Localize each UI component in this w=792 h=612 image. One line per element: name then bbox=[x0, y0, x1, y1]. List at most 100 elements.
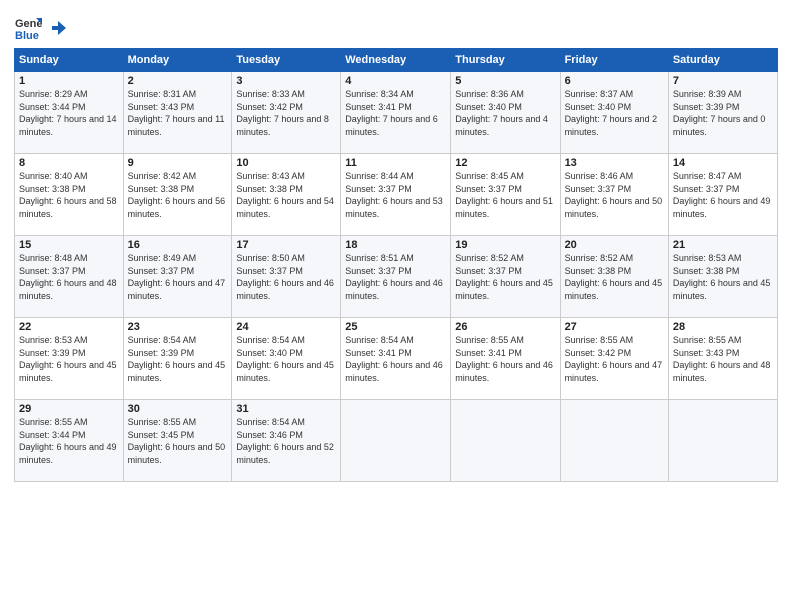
logo-icon: General Blue bbox=[14, 14, 42, 42]
day-number: 10 bbox=[236, 157, 336, 169]
day-number: 8 bbox=[19, 157, 119, 169]
day-detail: Sunrise: 8:43 AMSunset: 3:38 PMDaylight:… bbox=[236, 171, 334, 219]
day-cell: 27 Sunrise: 8:55 AMSunset: 3:42 PMDaylig… bbox=[560, 318, 668, 400]
day-cell: 9 Sunrise: 8:42 AMSunset: 3:38 PMDayligh… bbox=[123, 154, 232, 236]
day-detail: Sunrise: 8:49 AMSunset: 3:37 PMDaylight:… bbox=[128, 253, 226, 301]
weekday-header-row: SundayMondayTuesdayWednesdayThursdayFrid… bbox=[15, 49, 778, 72]
day-cell bbox=[668, 400, 777, 482]
day-cell: 13 Sunrise: 8:46 AMSunset: 3:37 PMDaylig… bbox=[560, 154, 668, 236]
day-detail: Sunrise: 8:42 AMSunset: 3:38 PMDaylight:… bbox=[128, 171, 226, 219]
weekday-wednesday: Wednesday bbox=[341, 49, 451, 72]
day-detail: Sunrise: 8:47 AMSunset: 3:37 PMDaylight:… bbox=[673, 171, 771, 219]
weekday-friday: Friday bbox=[560, 49, 668, 72]
day-number: 27 bbox=[565, 321, 664, 333]
day-cell: 22 Sunrise: 8:53 AMSunset: 3:39 PMDaylig… bbox=[15, 318, 124, 400]
day-cell: 29 Sunrise: 8:55 AMSunset: 3:44 PMDaylig… bbox=[15, 400, 124, 482]
day-detail: Sunrise: 8:36 AMSunset: 3:40 PMDaylight:… bbox=[455, 89, 548, 137]
day-detail: Sunrise: 8:53 AMSunset: 3:38 PMDaylight:… bbox=[673, 253, 771, 301]
day-cell: 1 Sunrise: 8:29 AMSunset: 3:44 PMDayligh… bbox=[15, 72, 124, 154]
logo: General Blue bbox=[14, 10, 68, 42]
day-detail: Sunrise: 8:55 AMSunset: 3:44 PMDaylight:… bbox=[19, 417, 117, 465]
day-detail: Sunrise: 8:46 AMSunset: 3:37 PMDaylight:… bbox=[565, 171, 663, 219]
logo-arrow-icon bbox=[50, 19, 68, 37]
day-detail: Sunrise: 8:37 AMSunset: 3:40 PMDaylight:… bbox=[565, 89, 658, 137]
day-number: 23 bbox=[128, 321, 228, 333]
day-number: 30 bbox=[128, 403, 228, 415]
day-cell: 16 Sunrise: 8:49 AMSunset: 3:37 PMDaylig… bbox=[123, 236, 232, 318]
day-detail: Sunrise: 8:45 AMSunset: 3:37 PMDaylight:… bbox=[455, 171, 553, 219]
day-cell bbox=[560, 400, 668, 482]
week-row-4: 22 Sunrise: 8:53 AMSunset: 3:39 PMDaylig… bbox=[15, 318, 778, 400]
day-detail: Sunrise: 8:55 AMSunset: 3:41 PMDaylight:… bbox=[455, 335, 553, 383]
week-row-1: 1 Sunrise: 8:29 AMSunset: 3:44 PMDayligh… bbox=[15, 72, 778, 154]
week-row-3: 15 Sunrise: 8:48 AMSunset: 3:37 PMDaylig… bbox=[15, 236, 778, 318]
day-cell: 12 Sunrise: 8:45 AMSunset: 3:37 PMDaylig… bbox=[451, 154, 560, 236]
weekday-saturday: Saturday bbox=[668, 49, 777, 72]
day-cell: 26 Sunrise: 8:55 AMSunset: 3:41 PMDaylig… bbox=[451, 318, 560, 400]
day-cell: 14 Sunrise: 8:47 AMSunset: 3:37 PMDaylig… bbox=[668, 154, 777, 236]
day-number: 17 bbox=[236, 239, 336, 251]
day-number: 19 bbox=[455, 239, 555, 251]
day-number: 22 bbox=[19, 321, 119, 333]
day-detail: Sunrise: 8:54 AMSunset: 3:40 PMDaylight:… bbox=[236, 335, 334, 383]
day-detail: Sunrise: 8:54 AMSunset: 3:46 PMDaylight:… bbox=[236, 417, 334, 465]
day-number: 15 bbox=[19, 239, 119, 251]
day-number: 13 bbox=[565, 157, 664, 169]
day-detail: Sunrise: 8:52 AMSunset: 3:38 PMDaylight:… bbox=[565, 253, 663, 301]
day-detail: Sunrise: 8:50 AMSunset: 3:37 PMDaylight:… bbox=[236, 253, 334, 301]
day-cell: 4 Sunrise: 8:34 AMSunset: 3:41 PMDayligh… bbox=[341, 72, 451, 154]
day-number: 12 bbox=[455, 157, 555, 169]
calendar-table: SundayMondayTuesdayWednesdayThursdayFrid… bbox=[14, 48, 778, 482]
day-detail: Sunrise: 8:44 AMSunset: 3:37 PMDaylight:… bbox=[345, 171, 443, 219]
day-number: 26 bbox=[455, 321, 555, 333]
day-cell: 20 Sunrise: 8:52 AMSunset: 3:38 PMDaylig… bbox=[560, 236, 668, 318]
day-number: 25 bbox=[345, 321, 446, 333]
day-cell: 28 Sunrise: 8:55 AMSunset: 3:43 PMDaylig… bbox=[668, 318, 777, 400]
day-cell: 8 Sunrise: 8:40 AMSunset: 3:38 PMDayligh… bbox=[15, 154, 124, 236]
day-number: 11 bbox=[345, 157, 446, 169]
day-cell: 18 Sunrise: 8:51 AMSunset: 3:37 PMDaylig… bbox=[341, 236, 451, 318]
weekday-thursday: Thursday bbox=[451, 49, 560, 72]
weekday-sunday: Sunday bbox=[15, 49, 124, 72]
svg-text:Blue: Blue bbox=[15, 30, 39, 42]
day-number: 1 bbox=[19, 75, 119, 87]
day-cell: 10 Sunrise: 8:43 AMSunset: 3:38 PMDaylig… bbox=[232, 154, 341, 236]
day-cell: 7 Sunrise: 8:39 AMSunset: 3:39 PMDayligh… bbox=[668, 72, 777, 154]
day-cell: 2 Sunrise: 8:31 AMSunset: 3:43 PMDayligh… bbox=[123, 72, 232, 154]
day-cell bbox=[451, 400, 560, 482]
day-detail: Sunrise: 8:53 AMSunset: 3:39 PMDaylight:… bbox=[19, 335, 117, 383]
day-number: 24 bbox=[236, 321, 336, 333]
day-number: 20 bbox=[565, 239, 664, 251]
day-detail: Sunrise: 8:52 AMSunset: 3:37 PMDaylight:… bbox=[455, 253, 553, 301]
day-detail: Sunrise: 8:34 AMSunset: 3:41 PMDaylight:… bbox=[345, 89, 438, 137]
day-number: 4 bbox=[345, 75, 446, 87]
day-cell: 30 Sunrise: 8:55 AMSunset: 3:45 PMDaylig… bbox=[123, 400, 232, 482]
day-cell: 31 Sunrise: 8:54 AMSunset: 3:46 PMDaylig… bbox=[232, 400, 341, 482]
day-number: 7 bbox=[673, 75, 773, 87]
day-detail: Sunrise: 8:29 AMSunset: 3:44 PMDaylight:… bbox=[19, 89, 117, 137]
day-number: 2 bbox=[128, 75, 228, 87]
day-number: 9 bbox=[128, 157, 228, 169]
week-row-5: 29 Sunrise: 8:55 AMSunset: 3:44 PMDaylig… bbox=[15, 400, 778, 482]
day-cell: 15 Sunrise: 8:48 AMSunset: 3:37 PMDaylig… bbox=[15, 236, 124, 318]
day-detail: Sunrise: 8:33 AMSunset: 3:42 PMDaylight:… bbox=[236, 89, 329, 137]
day-detail: Sunrise: 8:40 AMSunset: 3:38 PMDaylight:… bbox=[19, 171, 117, 219]
day-cell: 6 Sunrise: 8:37 AMSunset: 3:40 PMDayligh… bbox=[560, 72, 668, 154]
day-number: 21 bbox=[673, 239, 773, 251]
day-detail: Sunrise: 8:51 AMSunset: 3:37 PMDaylight:… bbox=[345, 253, 443, 301]
day-detail: Sunrise: 8:48 AMSunset: 3:37 PMDaylight:… bbox=[19, 253, 117, 301]
day-detail: Sunrise: 8:39 AMSunset: 3:39 PMDaylight:… bbox=[673, 89, 766, 137]
day-detail: Sunrise: 8:31 AMSunset: 3:43 PMDaylight:… bbox=[128, 89, 225, 137]
day-number: 18 bbox=[345, 239, 446, 251]
weekday-tuesday: Tuesday bbox=[232, 49, 341, 72]
day-cell: 21 Sunrise: 8:53 AMSunset: 3:38 PMDaylig… bbox=[668, 236, 777, 318]
day-cell: 17 Sunrise: 8:50 AMSunset: 3:37 PMDaylig… bbox=[232, 236, 341, 318]
day-number: 3 bbox=[236, 75, 336, 87]
day-cell: 25 Sunrise: 8:54 AMSunset: 3:41 PMDaylig… bbox=[341, 318, 451, 400]
weekday-monday: Monday bbox=[123, 49, 232, 72]
day-number: 6 bbox=[565, 75, 664, 87]
day-cell: 3 Sunrise: 8:33 AMSunset: 3:42 PMDayligh… bbox=[232, 72, 341, 154]
day-cell: 23 Sunrise: 8:54 AMSunset: 3:39 PMDaylig… bbox=[123, 318, 232, 400]
day-cell: 24 Sunrise: 8:54 AMSunset: 3:40 PMDaylig… bbox=[232, 318, 341, 400]
day-detail: Sunrise: 8:55 AMSunset: 3:42 PMDaylight:… bbox=[565, 335, 663, 383]
